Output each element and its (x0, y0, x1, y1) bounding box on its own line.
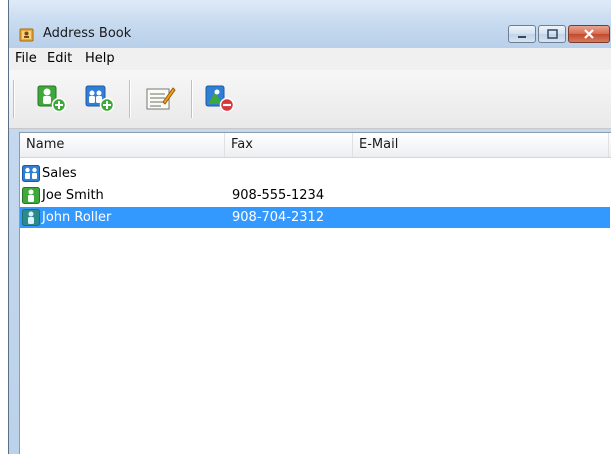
delete-button[interactable] (205, 84, 237, 114)
group-icon (22, 165, 40, 182)
maximize-button[interactable] (538, 25, 566, 43)
list-item[interactable]: Joe Smith 908-555-1234 (20, 185, 600, 206)
contact-fax: 908-555-1234 (232, 188, 325, 203)
menu-bar: File Edit Help (9, 48, 611, 70)
window-controls (506, 25, 610, 45)
contact-icon (22, 187, 40, 204)
menu-help[interactable]: Help (85, 51, 115, 66)
add-contact-icon (37, 85, 67, 113)
address-book-icon (19, 28, 34, 42)
minimize-icon (518, 36, 526, 38)
toolbar-divider (191, 80, 193, 118)
address-book-window: Address Book File Edit Help Name Fax E-M… (8, 0, 611, 454)
title-bar[interactable]: Address Book (9, 0, 611, 48)
contact-fax: 908-704-2312 (232, 210, 325, 225)
add-contact-button[interactable] (37, 84, 69, 114)
contact-name: John Roller (42, 210, 112, 225)
menu-edit[interactable]: Edit (47, 51, 72, 66)
column-header: Name Fax E-Mail (20, 133, 611, 158)
window-title: Address Book (43, 26, 132, 41)
delete-contact-icon (205, 85, 235, 113)
close-button[interactable] (568, 25, 610, 43)
toolbar (9, 70, 611, 129)
column-name[interactable]: Name (20, 133, 225, 157)
contact-name: Sales (42, 166, 77, 181)
maximize-icon (547, 29, 558, 39)
list-item[interactable]: John Roller 908-704-2312 (20, 207, 610, 228)
contact-list[interactable]: Name Fax E-Mail Sales Joe Smith 908-555-… (19, 132, 611, 454)
menu-file[interactable]: File (15, 51, 37, 66)
add-group-icon (85, 85, 115, 113)
toolbar-divider (13, 80, 15, 118)
toolbar-divider (129, 80, 131, 118)
contact-name: Joe Smith (42, 188, 104, 203)
close-icon (584, 29, 594, 39)
add-group-button[interactable] (85, 84, 117, 114)
properties-button[interactable] (145, 84, 177, 114)
contact-icon (22, 209, 40, 226)
column-fax[interactable]: Fax (225, 133, 353, 157)
list-item[interactable]: Sales (20, 163, 600, 184)
minimize-button[interactable] (508, 25, 536, 43)
edit-properties-icon (146, 87, 176, 110)
column-email[interactable]: E-Mail (353, 133, 609, 157)
